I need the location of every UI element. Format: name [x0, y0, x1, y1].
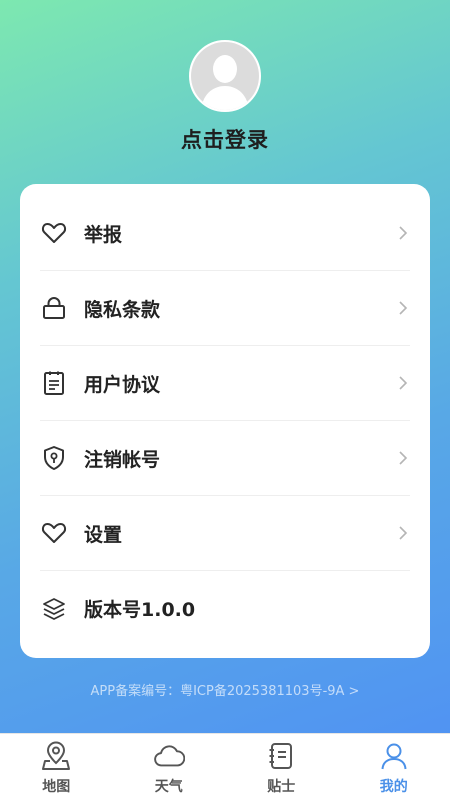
cloud-icon [153, 740, 185, 772]
tab-map[interactable]: 地图 [0, 734, 113, 801]
chevron-right-icon [396, 448, 410, 468]
menu-item-label: 注销帐号 [84, 445, 396, 472]
avatar[interactable] [189, 40, 261, 112]
chevron-right-icon [396, 223, 410, 243]
lock-icon [40, 294, 68, 322]
shield-icon [40, 444, 68, 472]
heart-icon [40, 219, 68, 247]
menu-item-settings[interactable]: 设置 [40, 496, 410, 571]
tab-label: 我的 [380, 776, 408, 796]
menu-item-label: 用户协议 [84, 370, 396, 397]
menu-item-label: 举报 [84, 220, 396, 247]
layers-icon [40, 595, 68, 623]
default-avatar-icon [191, 42, 259, 110]
login-link[interactable]: 点击登录 [0, 124, 450, 154]
tab-label: 天气 [155, 776, 183, 796]
tab-label: 地图 [42, 776, 70, 796]
bottom-tab-bar: 地图 天气 贴士 我的 [0, 733, 450, 801]
map-pin-icon [40, 740, 72, 772]
tab-weather[interactable]: 天气 [113, 734, 226, 801]
chevron-right-icon [396, 298, 410, 318]
document-icon [40, 369, 68, 397]
icp-record-link[interactable]: APP备案编号：粤ICP备2025381103号-9A > [0, 680, 450, 699]
menu-item-label: 隐私条款 [84, 295, 396, 322]
menu-item-version: 版本号1.0.0 [40, 571, 410, 646]
chevron-right-icon [396, 373, 410, 393]
notebook-icon [265, 740, 297, 772]
heart-icon [40, 519, 68, 547]
tab-mine[interactable]: 我的 [338, 734, 450, 801]
menu-item-user-agreement[interactable]: 用户协议 [40, 346, 410, 421]
menu-item-report[interactable]: 举报 [40, 196, 410, 271]
settings-card: 举报 隐私条款 用户协议 注销帐号 设置 版本号1.0.0 [20, 184, 430, 658]
menu-item-delete-account[interactable]: 注销帐号 [40, 421, 410, 496]
profile-header: 点击登录 [0, 0, 450, 180]
tab-tips[interactable]: 贴士 [225, 734, 338, 801]
menu-item-label: 设置 [84, 520, 396, 547]
version-label: 版本号1.0.0 [84, 595, 410, 622]
menu-item-privacy[interactable]: 隐私条款 [40, 271, 410, 346]
chevron-right-icon [396, 523, 410, 543]
tab-label: 贴士 [267, 776, 295, 796]
person-icon [378, 740, 410, 772]
